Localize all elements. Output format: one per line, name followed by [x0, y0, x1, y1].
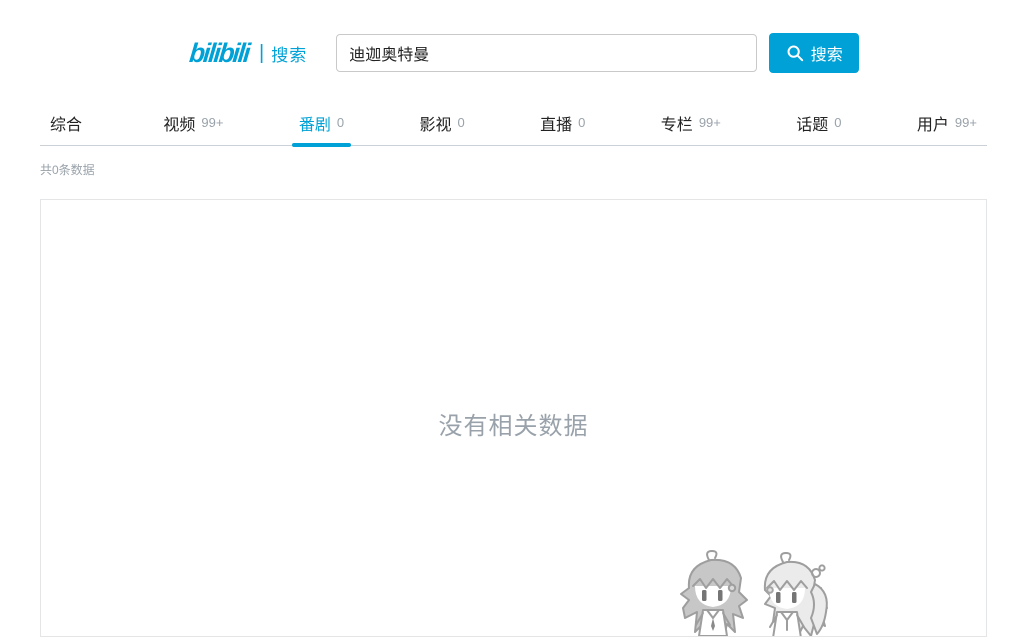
search-input[interactable] — [336, 34, 758, 72]
tab-article[interactable]: 专栏 99+ — [661, 100, 721, 145]
tab-user[interactable]: 用户 99+ — [917, 100, 977, 145]
tab-count: 0 — [457, 115, 465, 130]
search-category-tabs: 综合 视频 99+ 番剧 0 影视 0 直播 0 专栏 99+ 话题 0 用户 … — [40, 100, 987, 147]
tab-count: 99+ — [954, 115, 977, 130]
tab-topic[interactable]: 话题 0 — [796, 100, 841, 145]
tab-label: 话题 — [796, 116, 829, 134]
tab-all[interactable]: 综合 — [50, 100, 88, 145]
search-button[interactable]: 搜索 — [769, 33, 860, 73]
tab-movie[interactable]: 影视 0 — [420, 100, 465, 145]
bilibili-logo[interactable]: bilibili | 搜索 — [188, 38, 307, 69]
tab-label: 综合 — [50, 116, 83, 134]
search-results-panel: 没有相关数据 — [40, 199, 987, 637]
tab-label: 专栏 — [660, 116, 693, 134]
tab-video[interactable]: 视频 99+ — [163, 100, 223, 145]
tab-count: 0 — [834, 115, 842, 130]
mascot-2233-icon — [680, 550, 828, 636]
empty-state-message: 没有相关数据 — [438, 413, 589, 440]
tab-count: 99+ — [201, 115, 224, 130]
tab-live[interactable]: 直播 0 — [540, 100, 585, 145]
bilibili-wordmark: bilibili — [188, 37, 251, 68]
logo-divider: | — [259, 41, 265, 64]
tab-count: 0 — [336, 115, 345, 130]
tab-label: 影视 — [419, 116, 452, 134]
tab-count: 99+ — [698, 115, 721, 130]
tab-label: 番剧 — [298, 116, 331, 134]
tab-count: 0 — [578, 115, 586, 130]
tab-label: 视频 — [163, 116, 196, 134]
search-header: bilibili | 搜索 搜索 — [0, 0, 1027, 73]
logo-search-label: 搜索 — [271, 45, 308, 65]
tab-label: 用户 — [916, 116, 949, 134]
search-icon — [786, 44, 804, 62]
search-button-label: 搜索 — [810, 47, 843, 64]
tab-bangumi[interactable]: 番剧 0 — [291, 100, 352, 147]
tab-label: 直播 — [540, 116, 573, 134]
result-count-summary: 共0条数据 — [40, 163, 95, 177]
